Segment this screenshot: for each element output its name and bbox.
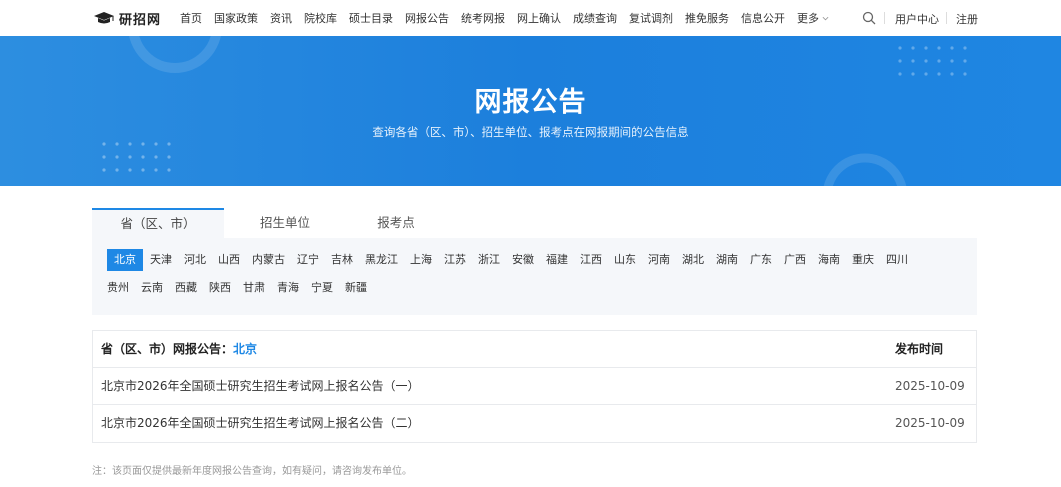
page-title: 网报公告 bbox=[474, 87, 587, 118]
footer-note: 注：该页面仅提供最新年度网报公告查询，如有疑问，请咨询发布单位。 bbox=[92, 466, 412, 477]
tab-institution[interactable]: 招生单位 bbox=[224, 208, 346, 238]
nav-item-adjustment[interactable]: 复试调剂 bbox=[629, 10, 673, 26]
page-banner: 网报公告 查询各省（区、市）、招生单位、报考点在网报期间的公告信息 bbox=[0, 36, 1061, 186]
nav-item-disclosure[interactable]: 信息公开 bbox=[741, 10, 785, 26]
table-header-prefix: 省（区、市）网报公告： bbox=[101, 342, 234, 356]
graduation-cap-icon bbox=[94, 12, 114, 24]
province-item[interactable]: 江苏 bbox=[444, 249, 466, 271]
province-item[interactable]: 山东 bbox=[614, 249, 636, 271]
table-header: 省（区、市）网报公告：北京 发布时间 bbox=[93, 331, 976, 368]
province-item[interactable]: 内蒙古 bbox=[252, 249, 285, 271]
province-item[interactable]: 青海 bbox=[277, 277, 299, 299]
nav-item-scores[interactable]: 成绩查询 bbox=[573, 10, 617, 26]
province-item[interactable]: 宁夏 bbox=[311, 277, 333, 299]
province-item[interactable]: 吉林 bbox=[331, 249, 353, 271]
category-tabs: 省（区、市） 招生单位 报考点 bbox=[92, 208, 977, 238]
province-item[interactable]: 山西 bbox=[218, 249, 240, 271]
province-row: 贵州 云南 西藏 陕西 甘肃 青海 宁夏 新疆 bbox=[107, 277, 379, 299]
province-item[interactable]: 浙江 bbox=[478, 249, 500, 271]
province-item[interactable]: 陕西 bbox=[209, 277, 231, 299]
table-row[interactable]: 北京市2026年全国硕士研究生招生考试网上报名公告（二） 2025-10-09 bbox=[93, 405, 976, 442]
nav-item-home[interactable]: 首页 bbox=[180, 10, 202, 26]
announcement-date: 2025-10-09 bbox=[895, 379, 965, 393]
announcement-table: 省（区、市）网报公告：北京 发布时间 北京市2026年全国硕士研究生招生考试网上… bbox=[92, 330, 977, 443]
province-item[interactable]: 安徽 bbox=[512, 249, 534, 271]
register-link[interactable]: 注册 bbox=[956, 11, 978, 27]
province-item[interactable]: 湖南 bbox=[716, 249, 738, 271]
main-nav: 首页 国家政策 资讯 院校库 硕士目录 网报公告 统考网报 网上确认 成绩查询 … bbox=[180, 0, 841, 36]
province-item[interactable]: 湖北 bbox=[682, 249, 704, 271]
province-selector: 北京 天津 河北 山西 内蒙古 辽宁 吉林 黑龙江 上海 江苏 浙江 安徽 福建… bbox=[92, 238, 977, 315]
province-item[interactable]: 天津 bbox=[150, 249, 172, 271]
province-item[interactable]: 河北 bbox=[184, 249, 206, 271]
page-subtitle: 查询各省（区、市）、招生单位、报考点在网报期间的公告信息 bbox=[372, 125, 689, 139]
logo-text: 研招网 bbox=[119, 12, 162, 28]
announcement-title-link[interactable]: 北京市2026年全国硕士研究生招生考试网上报名公告（二） bbox=[101, 405, 420, 442]
tab-exam-site[interactable]: 报考点 bbox=[346, 208, 446, 238]
nav-divider bbox=[884, 12, 885, 24]
province-item[interactable]: 重庆 bbox=[852, 249, 874, 271]
site-logo[interactable]: 研招网 bbox=[93, 9, 162, 28]
province-item[interactable]: 广西 bbox=[784, 249, 806, 271]
nav-item-catalog[interactable]: 硕士目录 bbox=[349, 10, 393, 26]
province-item[interactable]: 贵州 bbox=[107, 277, 129, 299]
nav-item-registration[interactable]: 统考网报 bbox=[461, 10, 505, 26]
province-row: 北京 天津 河北 山西 内蒙古 辽宁 吉林 黑龙江 上海 江苏 浙江 安徽 福建… bbox=[107, 249, 920, 271]
province-item[interactable]: 上海 bbox=[410, 249, 432, 271]
province-item[interactable]: 新疆 bbox=[345, 277, 367, 299]
search-icon[interactable] bbox=[862, 11, 876, 25]
nav-item-schools[interactable]: 院校库 bbox=[304, 10, 337, 26]
province-item[interactable]: 黑龙江 bbox=[365, 249, 398, 271]
table-row[interactable]: 北京市2026年全国硕士研究生招生考试网上报名公告（一） 2025-10-09 bbox=[93, 368, 976, 405]
nav-item-more[interactable]: 更多 bbox=[797, 10, 829, 26]
table-header-title: 省（区、市）网报公告：北京 bbox=[101, 331, 257, 368]
announcement-date: 2025-10-09 bbox=[895, 416, 965, 430]
province-item[interactable]: 甘肃 bbox=[243, 277, 265, 299]
tab-province[interactable]: 省（区、市） bbox=[92, 208, 224, 238]
chevron-down-icon bbox=[822, 16, 829, 20]
top-navbar: 研招网 首页 国家政策 资讯 院校库 硕士目录 网报公告 统考网报 网上确认 成… bbox=[0, 0, 1061, 36]
province-item[interactable]: 西藏 bbox=[175, 277, 197, 299]
nav-item-news[interactable]: 资讯 bbox=[270, 10, 292, 26]
nav-item-announcements[interactable]: 网报公告 bbox=[405, 10, 449, 26]
nav-item-recommendation[interactable]: 推免服务 bbox=[685, 10, 729, 26]
province-item[interactable]: 四川 bbox=[886, 249, 908, 271]
province-item[interactable]: 辽宁 bbox=[297, 249, 319, 271]
user-center-link[interactable]: 用户中心 bbox=[895, 11, 939, 27]
province-item-selected[interactable]: 北京 bbox=[107, 249, 143, 271]
nav-more-label: 更多 bbox=[797, 12, 819, 25]
nav-item-confirmation[interactable]: 网上确认 bbox=[517, 10, 561, 26]
province-item[interactable]: 云南 bbox=[141, 277, 163, 299]
province-item[interactable]: 福建 bbox=[546, 249, 568, 271]
nav-item-policy[interactable]: 国家政策 bbox=[214, 10, 258, 26]
province-item[interactable]: 河南 bbox=[648, 249, 670, 271]
announcement-title-link[interactable]: 北京市2026年全国硕士研究生招生考试网上报名公告（一） bbox=[101, 368, 420, 405]
province-item[interactable]: 广东 bbox=[750, 249, 772, 271]
province-item[interactable]: 海南 bbox=[818, 249, 840, 271]
province-item[interactable]: 江西 bbox=[580, 249, 602, 271]
selected-province-label: 北京 bbox=[233, 342, 258, 356]
nav-divider bbox=[946, 12, 947, 24]
table-header-date: 发布时间 bbox=[895, 342, 944, 356]
